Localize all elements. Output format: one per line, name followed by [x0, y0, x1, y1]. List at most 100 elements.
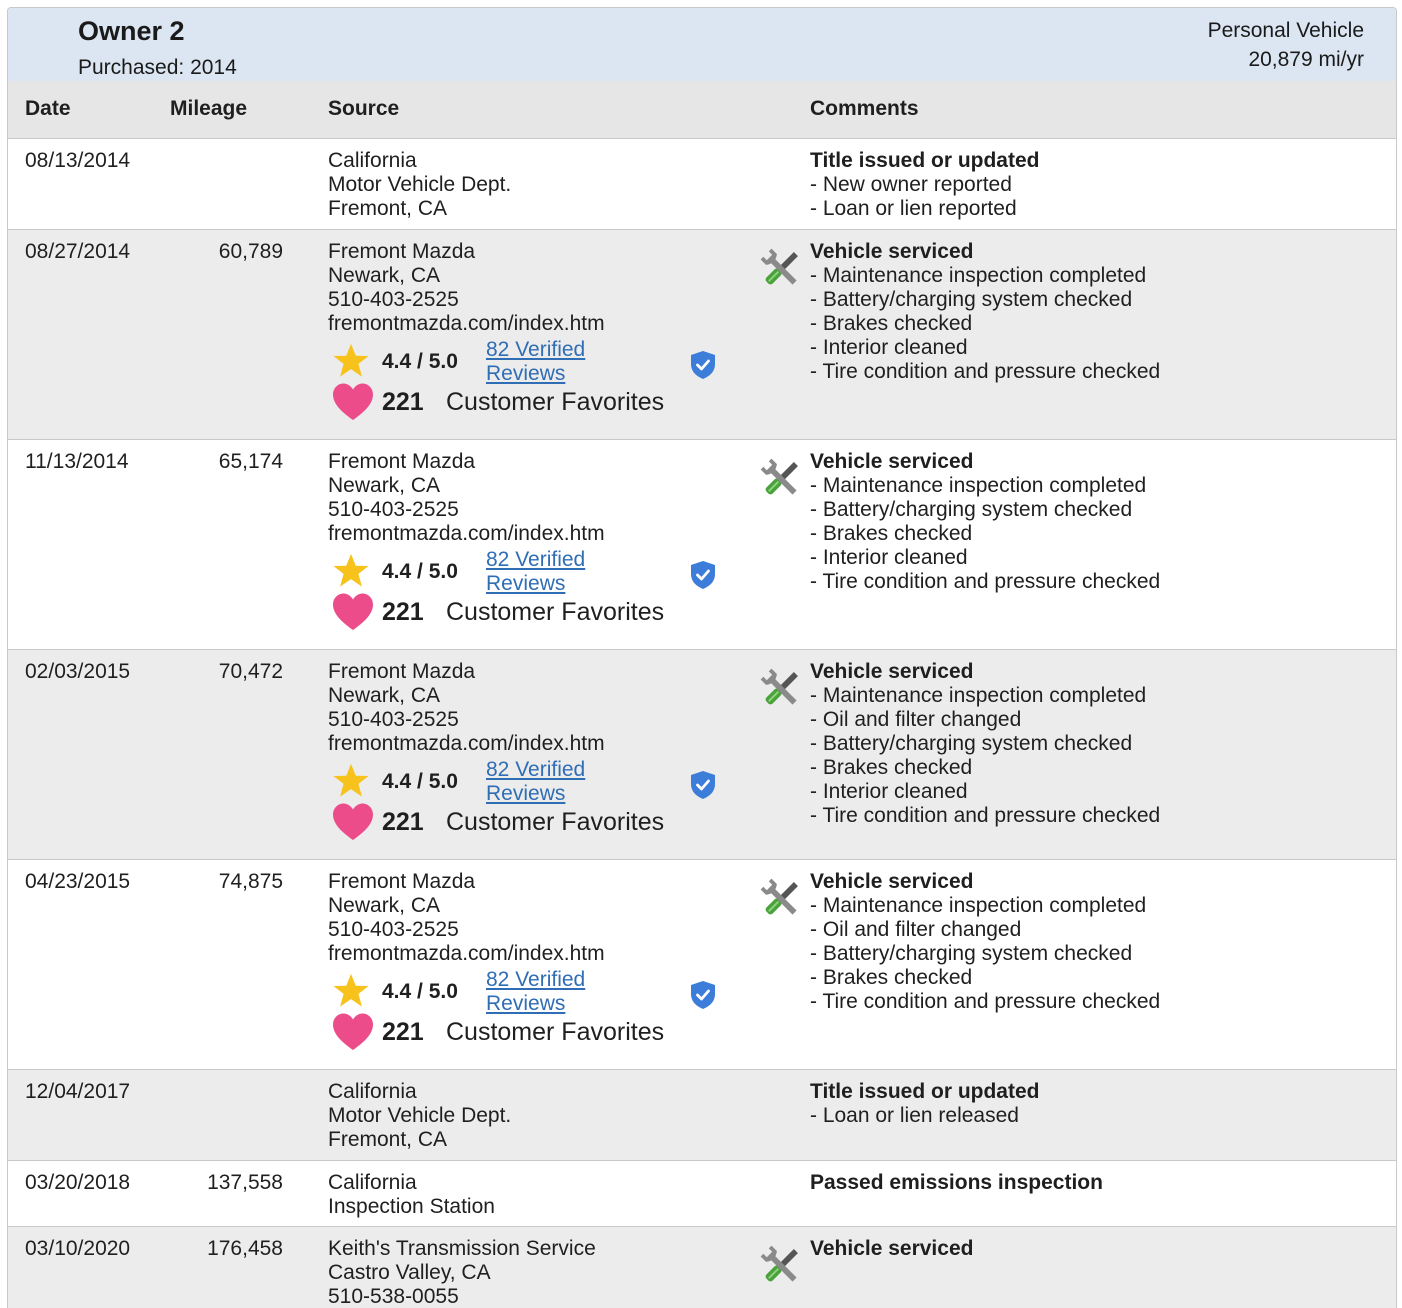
source-line: Newark, CA — [328, 684, 441, 707]
dealer-rating: 4.4 / 5.0 82 Verified Reviews — [328, 968, 728, 1018]
favorites-label: Customer Favorites — [446, 388, 665, 416]
source-line: Fremont, CA — [328, 1128, 448, 1151]
comment-item: - Loan or lien released — [810, 1104, 1019, 1127]
reviews-link-line1: 82 Verified — [486, 968, 586, 991]
reviews-link-line1: 82 Verified — [486, 338, 586, 361]
shield-check-icon — [691, 561, 715, 589]
comment-item: - Battery/charging system checked — [810, 498, 1133, 521]
record-date: 08/27/2014 — [25, 240, 131, 263]
dealer-rating: 4.4 / 5.0 82 Verified Reviews — [328, 338, 728, 388]
comment-item: - Brakes checked — [810, 966, 973, 989]
source-line: fremontmazda.com/index.htm — [328, 522, 605, 545]
dealer-rating: 4.4 / 5.0 82 Verified Reviews — [328, 548, 728, 598]
favorites-label: Customer Favorites — [446, 1018, 665, 1046]
record-source: California Inspection Station — [328, 1171, 495, 1219]
comment-title: Vehicle serviced — [810, 870, 974, 893]
record-date: 11/13/2014 — [25, 450, 129, 473]
reviews-link-line2: Reviews — [486, 362, 566, 385]
verified-reviews-link[interactable]: 82 Verified Reviews — [486, 968, 585, 1016]
verified-reviews-link[interactable]: 82 Verified Reviews — [486, 338, 585, 386]
record-comments: Vehicle serviced - Maintenance inspection… — [810, 660, 1160, 828]
comment-item: - Tire condition and pressure checked — [810, 990, 1161, 1013]
table-row: 04/23/2015 74,875 Fremont Mazda Newark, CA 5… — [8, 860, 1396, 1070]
table-row: 08/13/2014 California Motor Vehicle Dept. F… — [8, 139, 1396, 230]
source-line: Fremont Mazda — [328, 450, 476, 473]
shield-check-icon — [691, 351, 715, 379]
favorites-label: Customer Favorites — [446, 808, 665, 836]
comment-item: - Interior cleaned — [810, 780, 968, 803]
customer-favorites: 221 Customer Favorites — [328, 1013, 728, 1054]
table-row: 03/10/2020 176,458 Keith's Transmission Se… — [8, 1227, 1396, 1308]
source-line: 510-403-2525 — [328, 708, 459, 731]
record-comments: Title issued or updated - Loan or lien re… — [810, 1080, 1039, 1128]
owner-title: Owner 2 — [78, 16, 185, 46]
record-comments: Vehicle serviced — [810, 1237, 973, 1261]
comment-item: - Tire condition and pressure checked — [810, 570, 1161, 593]
comment-item: - Maintenance inspection completed — [810, 684, 1147, 707]
source-line: California — [328, 149, 417, 172]
customer-favorites: 221 Customer Favorites — [328, 593, 728, 634]
table-row: 03/20/2018 137,558 California Inspection St… — [8, 1161, 1396, 1227]
source-line: California — [328, 1080, 417, 1103]
comment-item: - Maintenance inspection completed — [810, 894, 1147, 917]
record-mileage: 70,472 — [218, 660, 283, 683]
reviews-link-line2: Reviews — [486, 782, 566, 805]
comment-title: Title issued or updated — [810, 1080, 1040, 1103]
comment-title: Vehicle serviced — [810, 660, 974, 683]
favorites-label: Customer Favorites — [446, 598, 665, 626]
record-mileage: 74,875 — [218, 870, 283, 893]
customer-favorites: 221 Customer Favorites — [328, 803, 728, 844]
record-date: 12/04/2017 — [25, 1080, 131, 1103]
source-line: Fremont Mazda — [328, 240, 476, 263]
record-source: California Motor Vehicle Dept. Fremont, CA — [328, 149, 511, 221]
table-row: 02/03/2015 70,472 Fremont Mazda Newark, CA 5… — [8, 650, 1396, 860]
wrench-screwdriver-icon — [760, 668, 798, 705]
heart-icon — [333, 803, 373, 840]
record-date: 03/10/2020 — [25, 1237, 131, 1260]
record-date: 04/23/2015 — [25, 870, 131, 893]
comment-item: - New owner reported — [810, 173, 1012, 196]
table-row: 12/04/2017 California Motor Vehicle Dept. F… — [8, 1070, 1396, 1161]
comment-title: Title issued or updated — [810, 149, 1040, 172]
verified-reviews-link[interactable]: 82 Verified Reviews — [486, 548, 585, 596]
source-line: Motor Vehicle Dept. — [328, 1104, 512, 1127]
rating-score: 4.4 / 5.0 — [382, 980, 458, 1003]
source-line: 510-403-2525 — [328, 288, 459, 311]
record-date: 02/03/2015 — [25, 660, 131, 683]
comment-item: - Battery/charging system checked — [810, 942, 1133, 965]
source-line: Keith's Transmission Service — [328, 1237, 596, 1260]
wrench-screwdriver-icon — [760, 248, 798, 285]
table-row: 11/13/2014 65,174 Fremont Mazda Newark, CA 5… — [8, 440, 1396, 650]
vehicle-history-panel: Owner 2 Purchased: 2014 Personal Vehicle… — [7, 7, 1397, 1308]
verified-reviews-link[interactable]: 82 Verified Reviews — [486, 758, 585, 806]
dealer-rating: 4.4 / 5.0 82 Verified Reviews — [328, 758, 728, 808]
comment-item: - Battery/charging system checked — [810, 288, 1133, 311]
comment-title: Vehicle serviced — [810, 1237, 974, 1260]
column-header-comments: Comments — [810, 97, 919, 120]
star-icon — [333, 343, 369, 377]
comment-item: - Maintenance inspection completed — [810, 474, 1147, 497]
wrench-screwdriver-icon — [760, 1245, 798, 1282]
heart-icon — [333, 383, 373, 420]
record-source: California Motor Vehicle Dept. Fremont, CA — [328, 1080, 511, 1152]
comment-title: Vehicle serviced — [810, 450, 974, 473]
comment-title: Passed emissions inspection — [810, 1171, 1103, 1194]
record-comments: Title issued or updated - New owner repor… — [810, 149, 1039, 221]
record-source: Fremont Mazda Newark, CA 510-403-2525 fremo… — [328, 870, 728, 1054]
purchased-year: Purchased: 2014 — [78, 56, 237, 79]
favorites-count: 221 — [382, 598, 424, 626]
comment-item: - Tire condition and pressure checked — [810, 804, 1161, 827]
record-source: Keith's Transmission Service Castro Valle… — [328, 1237, 596, 1308]
comment-item: - Battery/charging system checked — [810, 732, 1133, 755]
rating-score: 4.4 / 5.0 — [382, 350, 458, 373]
record-comments: Vehicle serviced - Maintenance inspection… — [810, 870, 1160, 1014]
source-line: Motor Vehicle Dept. — [328, 173, 512, 196]
favorites-count: 221 — [382, 808, 424, 836]
wrench-screwdriver-icon — [760, 458, 798, 495]
source-line: Fremont Mazda — [328, 660, 476, 683]
record-date: 08/13/2014 — [25, 149, 131, 172]
source-line: Inspection Station — [328, 1195, 495, 1218]
source-line: Fremont Mazda — [328, 870, 476, 893]
comment-item: - Maintenance inspection completed — [810, 264, 1147, 287]
star-icon — [333, 973, 369, 1007]
